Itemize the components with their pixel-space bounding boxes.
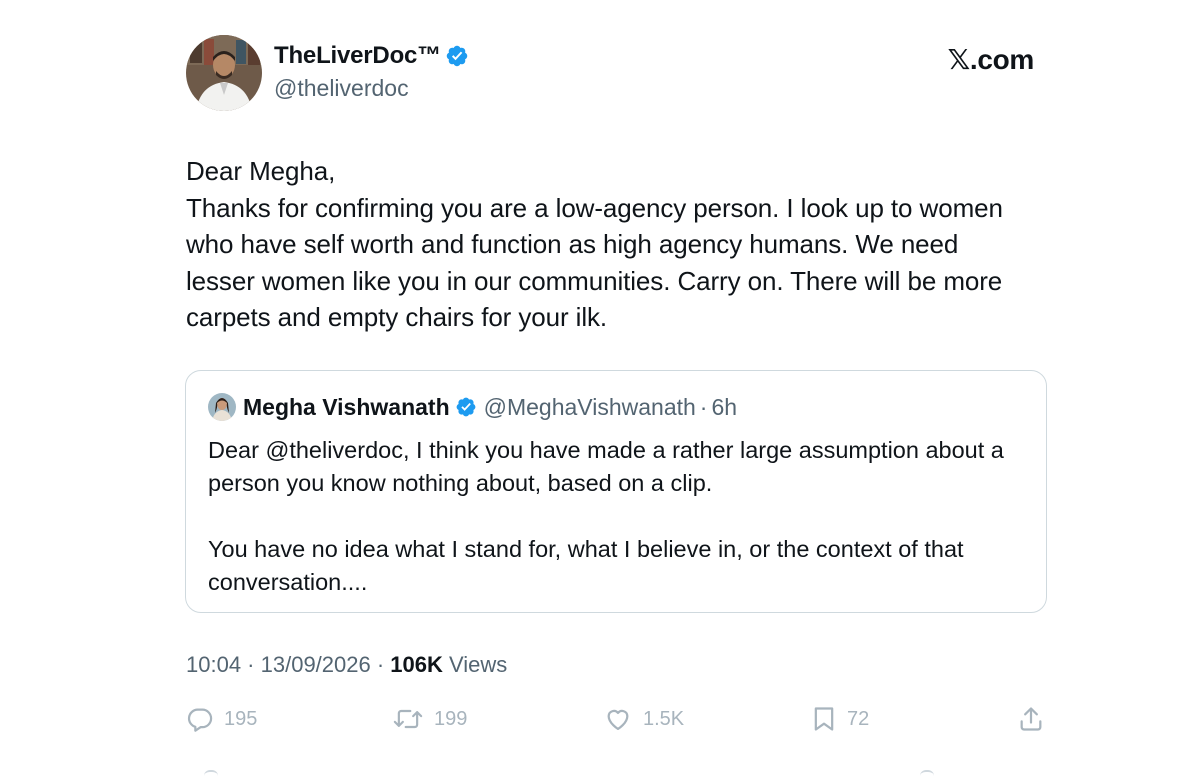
quoted-author-name[interactable]: Megha Vishwanath — [243, 394, 450, 421]
author-name-row: TheLiverDoc™ — [274, 42, 469, 70]
quoted-line: You have no idea what I stand for, what … — [208, 536, 964, 562]
tweet-date[interactable]: 13/09/2026 — [261, 652, 371, 677]
x-brand-logo: 𝕏.com — [947, 44, 1035, 75]
repost-count: 199 — [434, 707, 468, 730]
share-icon — [1020, 707, 1042, 731]
tweet-text: Dear Megha, Thanks for confirming you ar… — [186, 153, 1066, 336]
meta-separator: · — [241, 652, 261, 677]
reply-button[interactable]: 195 — [186, 705, 257, 733]
verified-badge-icon — [445, 44, 469, 68]
like-count: 1.5K — [643, 707, 685, 730]
bottom-fade — [0, 760, 1200, 778]
reply-count: 195 — [224, 707, 258, 730]
cropped-icon-fragment — [920, 770, 934, 780]
cropped-icon-fragment — [204, 770, 218, 780]
quoted-separator: · — [699, 393, 708, 420]
tweet-line: Dear Megha, — [186, 156, 336, 186]
views-label: Views — [442, 652, 508, 677]
quoted-timestamp[interactable]: 6h — [711, 394, 737, 421]
repost-icon — [393, 709, 423, 729]
quoted-profile-photo-icon — [208, 393, 236, 421]
author-avatar[interactable] — [186, 35, 262, 111]
quoted-line: person you know nothing about, based on … — [208, 470, 713, 496]
quoted-author-avatar[interactable] — [208, 393, 236, 421]
quoted-line: conversation.... — [208, 569, 368, 595]
tweet-line: who have self worth and function as high… — [186, 229, 959, 259]
tweet-time[interactable]: 10:04 — [186, 652, 241, 677]
action-bar: 195 199 1.5K 72 — [0, 705, 1200, 739]
share-button[interactable] — [1017, 705, 1045, 733]
bookmark-button[interactable]: 72 — [811, 705, 869, 733]
author-handle[interactable]: @theliverdoc — [274, 75, 409, 102]
reply-icon — [187, 708, 213, 732]
heart-icon — [607, 709, 629, 731]
quoted-line: Dear @theliverdoc, I think you have made… — [208, 437, 1004, 463]
tweet-meta: 10:04 · 13/09/2026 · 106K Views — [186, 652, 507, 678]
tweet-line: carpets and empty chairs for your ilk. — [186, 302, 608, 332]
bookmark-count: 72 — [847, 707, 870, 730]
quoted-tweet-text: Dear @theliverdoc, I think you have made… — [208, 434, 1038, 599]
quoted-tweet[interactable]: Megha Vishwanath @MeghaVishwanath · 6h D… — [185, 370, 1047, 613]
like-button[interactable]: 1.5K — [603, 705, 684, 733]
profile-photo-icon — [186, 35, 262, 111]
quoted-verified-badge-icon — [455, 396, 477, 418]
tweet-line: Thanks for confirming you are a low-agen… — [186, 192, 1003, 223]
repost-button[interactable]: 199 — [392, 705, 467, 733]
quoted-author-handle[interactable]: @MeghaVishwanath — [484, 394, 696, 421]
meta-separator: · — [370, 652, 391, 677]
bookmark-icon — [814, 707, 834, 731]
quoted-tweet-header: Megha Vishwanath @MeghaVishwanath · 6h — [208, 393, 737, 421]
author-name[interactable]: TheLiverDoc™ — [274, 42, 441, 70]
tweet-line: lesser women like you in our communities… — [186, 265, 1003, 296]
views-count: 106K — [390, 652, 443, 677]
